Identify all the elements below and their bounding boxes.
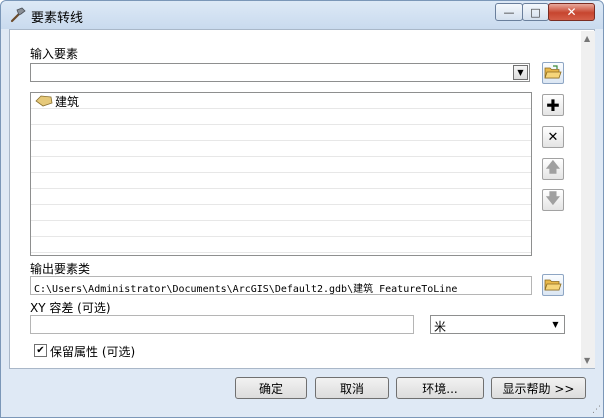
arrow-up-icon: 🡅	[545, 160, 561, 176]
preserve-attributes-label: 保留属性 (可选)	[50, 345, 136, 359]
title-bar[interactable]: 要素转线 — □ ✕	[1, 1, 603, 29]
list-row	[31, 173, 531, 189]
input-features-list[interactable]: 建筑	[30, 92, 532, 256]
resize-grip-icon[interactable]: ⋰	[592, 405, 601, 415]
arrow-down-icon: 🡇	[545, 191, 561, 207]
polygon-layer-icon	[35, 95, 53, 107]
list-row	[31, 205, 531, 221]
input-features-combo[interactable]: ▼	[30, 63, 530, 82]
output-feature-class-field[interactable]: C:\Users\Administrator\Documents\ArcGIS\…	[30, 276, 532, 295]
browse-input-button[interactable]	[542, 62, 564, 84]
tool-parameters-panel: 输入要素 ▼ 建筑 ✚ ✕ 🡅 🡇 输出要素类 C:\Users\Adminis…	[9, 29, 595, 369]
add-button[interactable]: ✚	[542, 94, 564, 116]
check-icon: ✔	[36, 344, 45, 356]
open-folder-icon	[544, 279, 562, 291]
maximize-icon: □	[530, 5, 541, 19]
xy-tolerance-label: XY 容差 (可选)	[30, 301, 111, 315]
output-feature-class-label: 输出要素类	[30, 262, 91, 276]
environments-button-label: 环境...	[422, 381, 458, 396]
list-row	[31, 157, 531, 173]
minimize-button[interactable]: —	[495, 3, 523, 21]
open-folder-icon	[544, 65, 562, 79]
ok-button-label: 确定	[258, 381, 283, 396]
move-down-button[interactable]: 🡇	[542, 189, 564, 211]
show-help-button-label: 显示帮助 >>	[502, 381, 575, 396]
scroll-down-icon: ▼	[584, 356, 591, 365]
list-row	[31, 189, 531, 205]
chevron-down-icon: ▼	[517, 68, 524, 77]
close-button[interactable]: ✕	[548, 3, 595, 21]
dialog-window: 要素转线 — □ ✕ 输入要素 ▼ 建筑 ✚ ✕ 🡅 🡇 输出要素类 C:\Us…	[0, 0, 604, 418]
minimize-icon: —	[503, 5, 515, 19]
list-row	[31, 237, 531, 253]
unit-dropdown-button[interactable]: ▼	[548, 317, 563, 332]
cancel-button-label: 取消	[339, 381, 364, 396]
xy-tolerance-unit-value: 米	[434, 320, 447, 334]
input-features-dropdown-button[interactable]: ▼	[513, 65, 528, 80]
move-up-button[interactable]: 🡅	[542, 158, 564, 180]
xy-tolerance-field[interactable]	[30, 315, 414, 334]
list-row	[31, 141, 531, 157]
input-features-label: 输入要素	[30, 47, 79, 61]
preserve-attributes-checkbox[interactable]: ✔	[34, 344, 47, 357]
list-item-label: 建筑	[55, 94, 80, 109]
close-icon: ✕	[566, 5, 577, 19]
list-item[interactable]: 建筑	[35, 93, 79, 109]
vertical-scrollbar[interactable]: ▲ ▼	[581, 31, 595, 368]
list-row	[31, 221, 531, 237]
list-row	[31, 109, 531, 125]
window-title: 要素转线	[31, 11, 84, 26]
show-help-button[interactable]: 显示帮助 >>	[491, 377, 586, 399]
ok-button[interactable]: 确定	[235, 377, 307, 399]
list-row	[31, 125, 531, 141]
list-row	[31, 93, 531, 109]
remove-button[interactable]: ✕	[542, 126, 564, 148]
xy-tolerance-unit-select[interactable]: 米 ▼	[430, 315, 565, 334]
maximize-button[interactable]: □	[522, 3, 549, 21]
chevron-down-icon: ▼	[552, 320, 559, 329]
cancel-button[interactable]: 取消	[315, 377, 389, 399]
scroll-up-icon: ▲	[584, 34, 591, 43]
hammer-icon	[10, 7, 26, 23]
browse-output-button[interactable]	[542, 274, 564, 296]
close-icon: ✕	[547, 129, 559, 145]
environments-button[interactable]: 环境...	[396, 377, 484, 399]
plus-icon: ✚	[546, 95, 560, 115]
